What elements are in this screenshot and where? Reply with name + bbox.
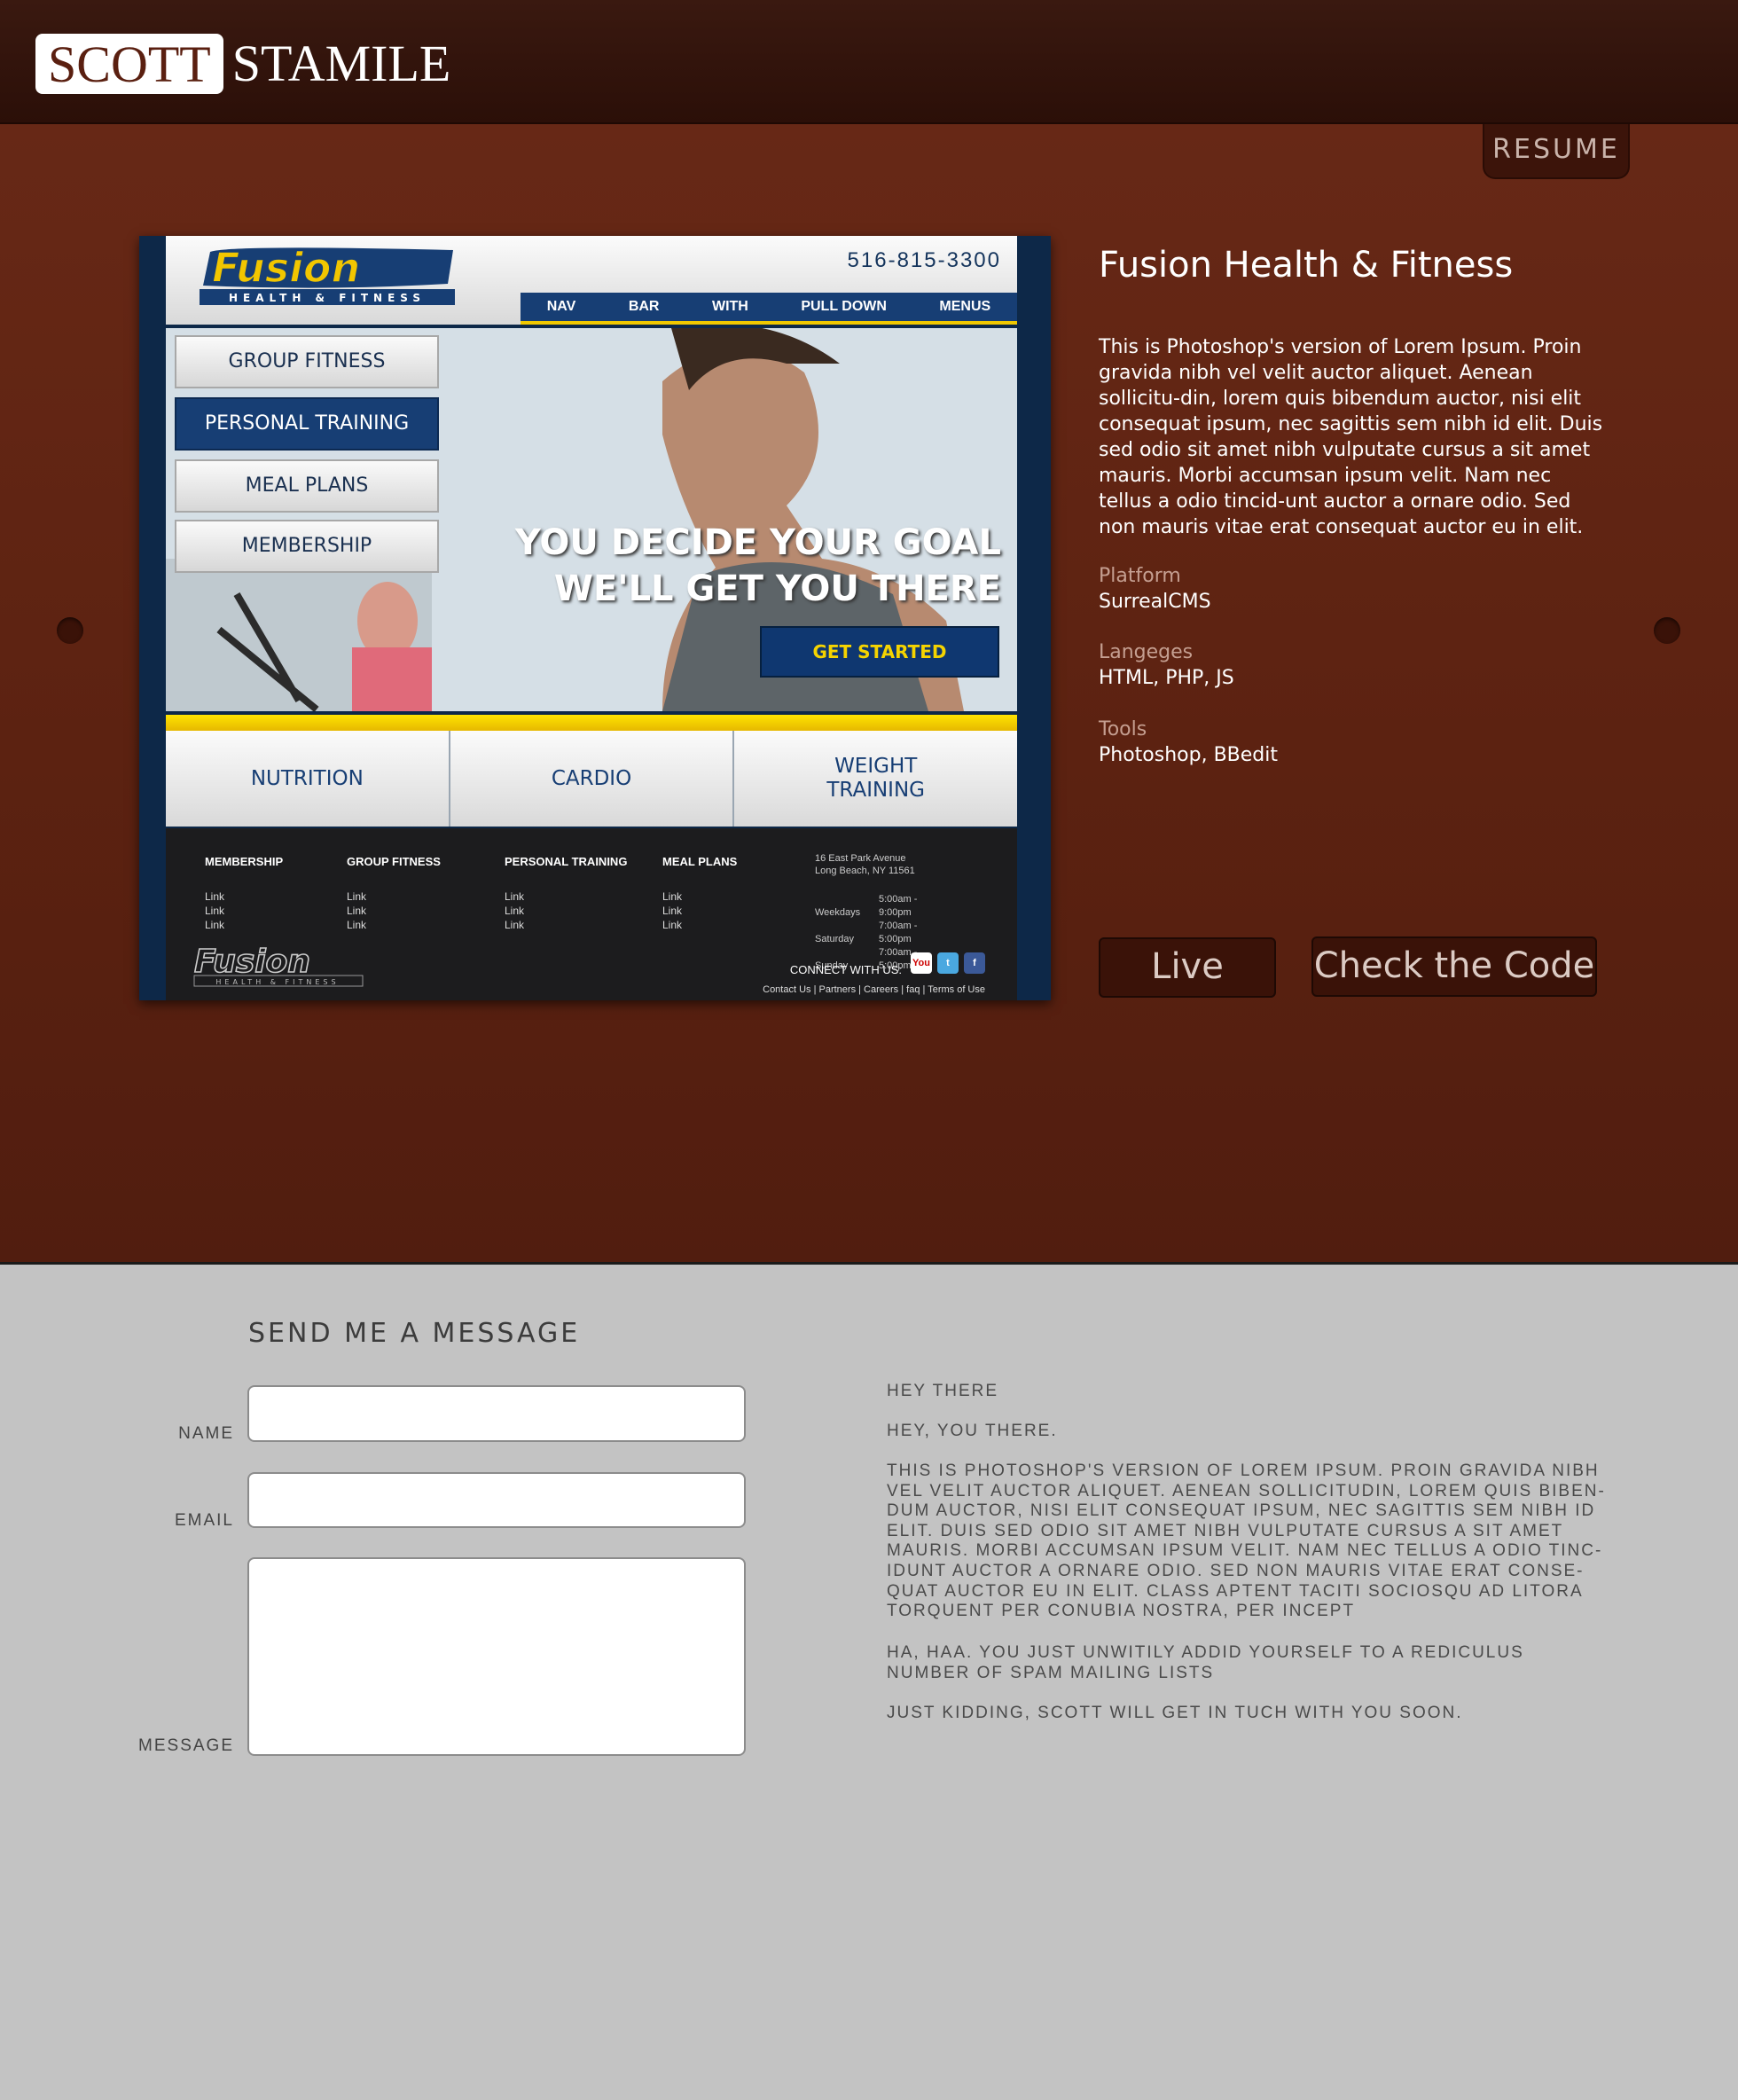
mock-headline-line-2: WE'LL GET YOU THERE	[553, 568, 1001, 609]
name-input[interactable]	[247, 1385, 746, 1442]
mock-header: Fusion HEALTH & FITNESS 516-815-3300 NAV…	[166, 236, 1017, 325]
hours-time: 5:00am - 9:00pm	[879, 894, 918, 918]
mock-footer-column: GROUP FITNESS Link Link Link	[347, 855, 441, 932]
address-line: 16 East Park Avenue	[815, 853, 906, 864]
top-header: SCOTT STAMILE	[0, 0, 1738, 124]
footer-link[interactable]: Link	[662, 904, 737, 918]
auto-reply-paragraph: HA, HAA. YOU JUST UNWITILY ADDID YOURSEL…	[887, 1643, 1524, 1682]
contact-title: SEND ME A MESSAGE	[248, 1318, 581, 1349]
footer-link[interactable]: Link	[347, 904, 441, 918]
address-line: Long Beach, NY 11561	[815, 866, 915, 876]
footer-link[interactable]: Link	[662, 918, 737, 932]
mock-footer-column: PERSONAL TRAINING Link Link Link	[505, 855, 627, 932]
footer-link[interactable]: Link	[505, 904, 627, 918]
mock-nav-item[interactable]: PULL DOWN	[801, 299, 887, 315]
youtube-icon[interactable]: You	[911, 952, 932, 974]
mock-social-icons: You t f	[911, 952, 985, 974]
mock-hero-banner: GROUP FITNESS PERSONAL TRAINING MEAL PLA…	[166, 328, 1017, 711]
auto-reply-line: HEY THERE	[887, 1382, 999, 1400]
tools-label: Tools	[1099, 718, 1147, 740]
mock-side-personal-training[interactable]: PERSONAL TRAINING	[175, 397, 439, 451]
footer-column-title: GROUP FITNESS	[347, 855, 441, 868]
mock-feature-tiles: NUTRITION CARDIO WEIGHT TRAINING	[166, 731, 1018, 827]
footer-link[interactable]: Link	[205, 904, 283, 918]
footer-column-title: PERSONAL TRAINING	[505, 855, 628, 868]
mock-tile-nutrition[interactable]: NUTRITION	[166, 731, 450, 827]
fusion-footer-logo-icon: Fusion HEALTH & FITNESS	[193, 943, 364, 987]
hours-day: Saturday	[815, 934, 855, 944]
site-logo[interactable]: SCOTT STAMILE	[35, 34, 450, 94]
name-label: NAME	[178, 1424, 234, 1443]
footer-link[interactable]: Link	[347, 918, 441, 932]
mock-nav-item[interactable]: WITH	[712, 299, 748, 315]
mock-nav-item[interactable]: MENUS	[939, 299, 990, 315]
fusion-logo-text: Fusion	[212, 245, 360, 292]
mock-side-membership[interactable]: MEMBERSHIP	[175, 520, 439, 573]
project-description: This is Photoshop's version of Lorem Ips…	[1099, 336, 1603, 538]
logo-last-name: STAMILE	[231, 35, 451, 92]
email-label: EMAIL	[174, 1511, 234, 1530]
twitter-icon[interactable]: t	[937, 952, 959, 974]
footer-link[interactable]: Link	[205, 918, 283, 932]
footer-link[interactable]: Link	[505, 918, 627, 932]
mock-connect-label: CONNECT WITH US:	[789, 963, 902, 976]
platform-label: Platform	[1099, 565, 1181, 587]
mock-footer: MEMBERSHIP Link Link Link GROUP FITNESS …	[166, 828, 1017, 1000]
fusion-footer-logo-text: Fusion	[194, 944, 310, 980]
footer-column-title: MEAL PLANS	[662, 855, 738, 868]
languages-label: Langeges	[1099, 641, 1194, 663]
mock-footer-links[interactable]: Contact Us | Partners | Careers | faq | …	[763, 984, 985, 995]
hours-row: Weekdays 5:00am - 9:00pm	[815, 893, 943, 920]
project-title: Fusion Health & Fitness	[1099, 245, 1514, 286]
languages-value: HTML, PHP, JS	[1099, 667, 1234, 689]
footer-link[interactable]: Link	[347, 889, 441, 904]
resume-tab[interactable]: RESUME	[1483, 124, 1630, 179]
mock-get-started-button[interactable]: GET STARTED	[760, 626, 999, 678]
mock-headline: YOU DECIDE YOUR GOAL WE'LL GET YOU THERE	[515, 520, 1001, 612]
check-code-button[interactable]: Check the Code	[1311, 936, 1597, 997]
next-arrow-icon[interactable]	[1654, 617, 1680, 644]
hours-time: 7:00am - 5:00pm	[879, 921, 918, 944]
mock-phone: 516-815-3300	[847, 248, 1001, 272]
mock-nav-item[interactable]: NAV	[547, 299, 576, 315]
prev-arrow-icon[interactable]	[57, 617, 83, 644]
footer-column-title: MEMBERSHIP	[205, 855, 284, 868]
mock-yellow-divider	[166, 715, 1017, 731]
fusion-footer-logo-subtitle: HEALTH & FITNESS	[215, 978, 339, 986]
message-textarea[interactable]	[247, 1557, 746, 1756]
mock-address: 16 East Park Avenue Long Beach, NY 11561	[815, 852, 915, 877]
mock-tile-cardio[interactable]: CARDIO	[450, 731, 735, 827]
email-input[interactable]	[247, 1472, 746, 1528]
fusion-logo-subtitle: HEALTH & FITNESS	[229, 292, 426, 304]
logo-first-name: SCOTT	[35, 34, 223, 94]
message-label: MESSAGE	[138, 1736, 234, 1755]
auto-reply-paragraph: THIS IS PHOTOSHOP'S VERSION OF LOREM IPS…	[887, 1461, 1606, 1621]
mock-footer-column: MEMBERSHIP Link Link Link	[205, 855, 283, 932]
footer-link[interactable]: Link	[505, 889, 627, 904]
auto-reply-line: JUST KIDDING, SCOTT WILL GET IN TUCH WIT…	[887, 1704, 1463, 1722]
live-button[interactable]: Live	[1099, 937, 1276, 998]
facebook-icon[interactable]: f	[964, 952, 985, 974]
auto-reply-line: HEY, YOU THERE.	[887, 1422, 1058, 1440]
mock-footer-column: MEAL PLANS Link Link Link	[662, 855, 737, 932]
mock-nav-bar: NAV BAR WITH PULL DOWN MENUS	[521, 293, 1017, 325]
tools-value: Photoshop, BBedit	[1099, 744, 1278, 766]
fusion-logo-icon: Fusion HEALTH & FITNESS	[200, 245, 455, 305]
mock-side-group-fitness[interactable]: GROUP FITNESS	[175, 335, 439, 388]
platform-value: SurrealCMS	[1099, 591, 1211, 613]
hours-row: Saturday 7:00am - 5:00pm	[815, 920, 943, 946]
mock-headline-line-1: YOU DECIDE YOUR GOAL	[514, 522, 1001, 563]
footer-link[interactable]: Link	[662, 889, 737, 904]
mock-nav-item[interactable]: BAR	[629, 299, 660, 315]
hours-day: Weekdays	[815, 907, 861, 918]
footer-link[interactable]: Link	[205, 889, 283, 904]
mock-tile-weight-training[interactable]: WEIGHT TRAINING	[734, 731, 1018, 827]
project-screenshot[interactable]: Fusion HEALTH & FITNESS 516-815-3300 NAV…	[139, 236, 1051, 1000]
mock-side-meal-plans[interactable]: MEAL PLANS	[175, 459, 439, 513]
